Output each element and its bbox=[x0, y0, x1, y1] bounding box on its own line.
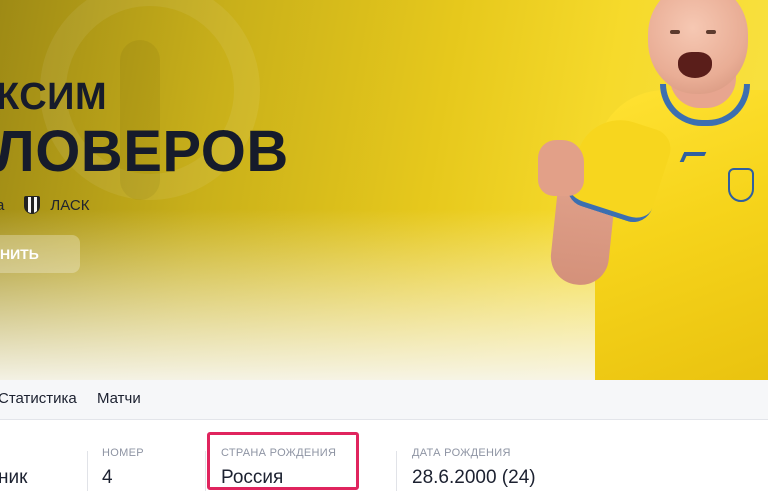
player-info-row: ник НОМЕР 4 СТРАНА РОЖДЕНИЯ Россия ДАТА … bbox=[0, 421, 768, 500]
brand-logo-icon bbox=[679, 152, 707, 162]
birth-date-label: ДАТА РОЖДЕНИЯ bbox=[412, 447, 511, 459]
profile-tabs: Статистика Матчи bbox=[0, 380, 768, 420]
player-fist bbox=[538, 140, 584, 196]
number-label: НОМЕР bbox=[102, 447, 144, 459]
player-eye bbox=[670, 30, 680, 34]
player-mouth bbox=[678, 52, 712, 78]
number-value: 4 bbox=[102, 467, 113, 488]
birth-date-value: 28.6.2000 (24) bbox=[412, 467, 536, 488]
team-crest-icon bbox=[728, 168, 754, 202]
divider bbox=[87, 451, 88, 491]
player-first-name: КСИМ bbox=[0, 76, 108, 118]
divider bbox=[205, 451, 206, 491]
player-country: а bbox=[0, 196, 5, 214]
club-logo-icon bbox=[24, 196, 41, 214]
player-last-name: ЛОВЕРОВ bbox=[0, 119, 289, 184]
position-value: ник bbox=[0, 467, 28, 488]
player-club[interactable]: ЛАСК bbox=[50, 197, 89, 214]
divider bbox=[396, 451, 397, 491]
player-hero-banner: КСИМ ЛОВЕРОВ а ЛАСК НИТЬ bbox=[0, 0, 768, 380]
player-photo bbox=[520, 0, 768, 380]
highlight-box bbox=[207, 432, 359, 490]
tab-matches[interactable]: Матчи bbox=[97, 390, 141, 407]
follow-button[interactable]: НИТЬ bbox=[0, 235, 80, 273]
tab-statistics[interactable]: Статистика bbox=[0, 390, 77, 407]
player-eye bbox=[706, 30, 716, 34]
player-meta: а ЛАСК bbox=[0, 196, 89, 214]
